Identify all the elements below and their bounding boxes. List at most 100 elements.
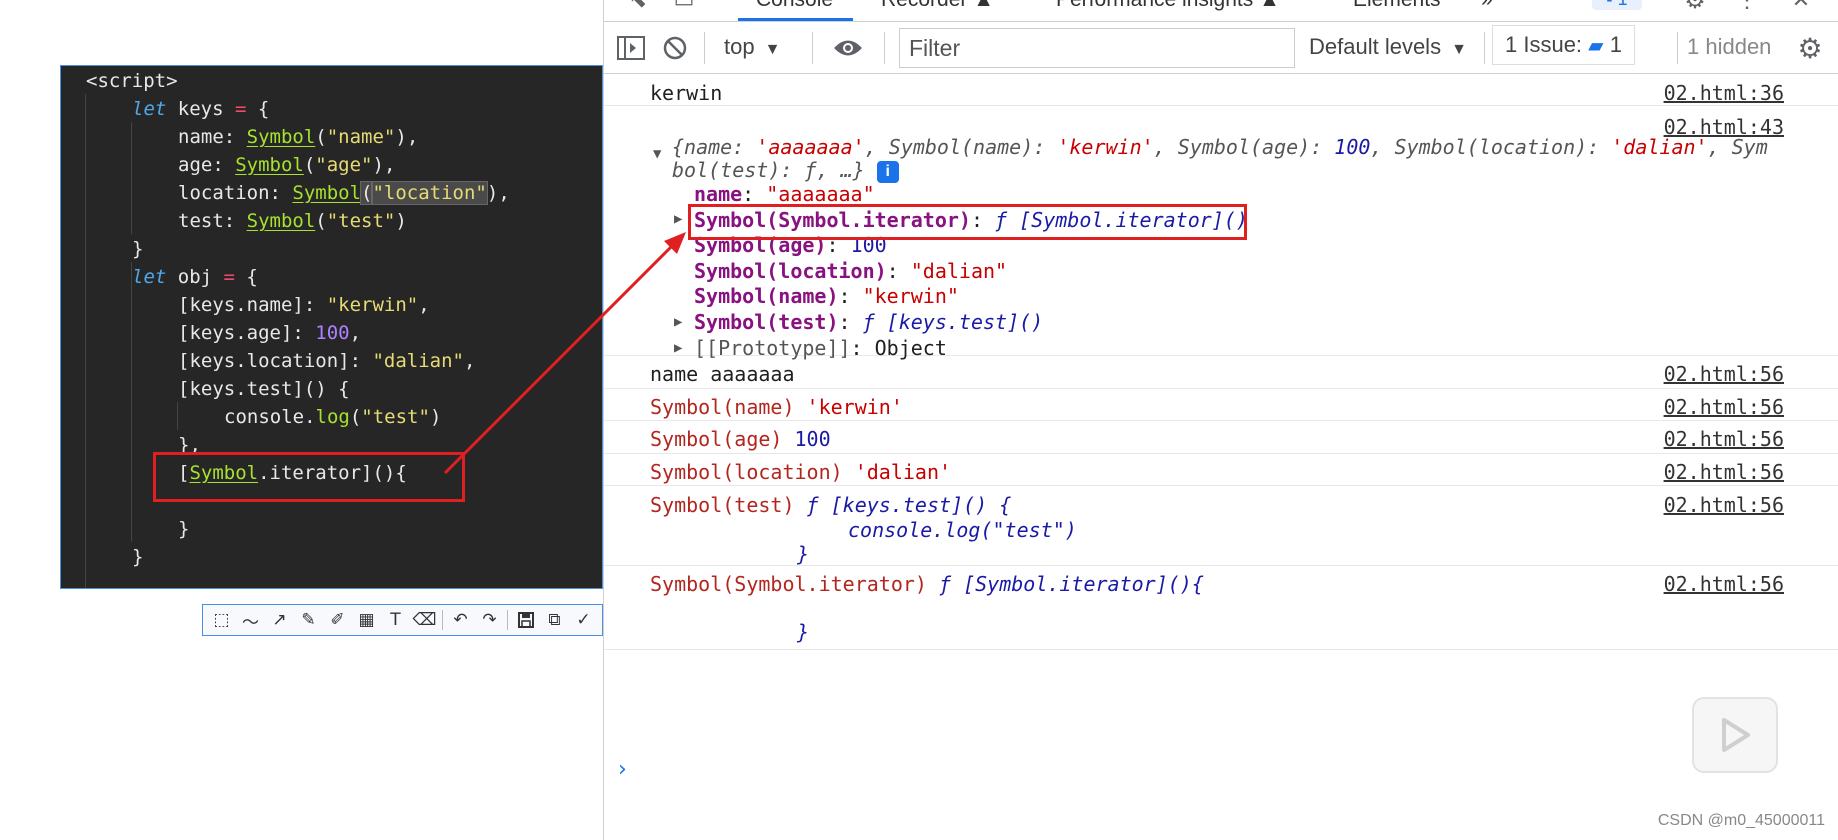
object-property[interactable]: Symbol(test): ƒ [keys.test](): [694, 310, 1043, 334]
object-preview[interactable]: {name: 'aaaaaaa', Symbol(name): 'kerwin'…: [672, 136, 1768, 183]
marker-icon[interactable]: ✐: [323, 606, 352, 634]
brush-icon[interactable]: ✎: [294, 606, 323, 634]
pencil-line-icon[interactable]: 〜: [236, 606, 265, 634]
punct: }: [178, 518, 190, 540]
source-link[interactable]: 02.html:56: [1664, 427, 1784, 451]
annotation-box-editor: [153, 452, 465, 502]
console-prompt-icon[interactable]: ›: [618, 757, 627, 782]
play-video-button[interactable]: [1692, 697, 1778, 773]
expand-triangle-icon[interactable]: ▼: [653, 146, 661, 162]
tab-console[interactable]: Console: [737, 0, 854, 21]
keyword: let: [132, 98, 167, 120]
expand-triangle-icon[interactable]: ▶: [674, 340, 682, 356]
string: "dalian": [372, 350, 464, 372]
source-link[interactable]: 02.html:56: [1664, 493, 1784, 517]
console-message: Symbol(Symbol.iterator) ƒ [Symbol.iterat…: [604, 566, 1838, 650]
identifier: console.: [224, 406, 316, 428]
code-editor: <script> let keys = { name: Symbol("name…: [60, 65, 603, 589]
object-property: Symbol(location): "dalian": [694, 259, 1007, 283]
operator: =: [234, 98, 247, 120]
issues-badge-icon[interactable]: ▪ 1: [1592, 0, 1642, 10]
code-line: <script>: [86, 67, 178, 95]
code-line: [keys.location]: "dalian",: [178, 347, 475, 375]
toolbar-divider: [812, 32, 813, 64]
inspect-icon[interactable]: ⬉: [624, 0, 652, 14]
expand-triangle-icon[interactable]: ▶: [674, 314, 682, 330]
preview-part: , Sym: [1707, 135, 1768, 159]
sidebar-toggle-icon[interactable]: [616, 34, 646, 62]
toolbar-divider: [1677, 32, 1678, 64]
preview-string: 'aaaaaaa': [756, 135, 865, 159]
log-levels-select[interactable]: Default levels ▼: [1309, 34, 1467, 60]
console-message: kerwin 02.html:36: [604, 75, 1838, 106]
more-tabs-icon[interactable]: »: [1481, 0, 1493, 12]
context-select[interactable]: top ▼: [724, 34, 780, 60]
indent-guide: [85, 94, 86, 588]
prop: location:: [178, 182, 293, 204]
prop: test:: [178, 210, 247, 232]
symbol-call: Symbol: [235, 154, 304, 176]
punct: (: [315, 210, 327, 232]
console-settings-icon[interactable]: ⚙: [1794, 32, 1826, 64]
expand-triangle-icon[interactable]: ▶: [674, 211, 682, 227]
settings-icon[interactable]: ⚙: [1681, 0, 1709, 14]
keyword: let: [132, 266, 167, 288]
object-property: name: "aaaaaaa": [694, 182, 875, 206]
chevron-down-icon: ▼: [1451, 41, 1467, 58]
indent-guide: [177, 402, 178, 430]
code-line: }: [132, 235, 143, 263]
clear-console-icon[interactable]: [660, 34, 690, 62]
copy-icon[interactable]: ⧉: [540, 606, 569, 634]
preview-part: bol(test):: [672, 158, 805, 182]
more-options-icon[interactable]: ⋮: [1736, 0, 1758, 14]
prop: name:: [178, 126, 247, 148]
source-link[interactable]: 02.html:56: [1664, 395, 1784, 419]
eye-icon[interactable]: [830, 34, 866, 62]
issues-button[interactable]: 1 Issue: ▰ 1: [1492, 25, 1635, 65]
text-icon[interactable]: T: [381, 606, 410, 634]
log-levels-value: Default levels: [1309, 34, 1442, 59]
function-body-line: }: [797, 620, 810, 644]
console-message: Symbol(test) ƒ [keys.test]() { console.l…: [604, 486, 1838, 566]
script-open-tag: <script>: [86, 70, 178, 92]
code-line: let obj = {: [132, 263, 258, 291]
redo-icon[interactable]: ↷: [475, 606, 504, 634]
arrow-icon[interactable]: ↗: [265, 606, 294, 634]
eraser-icon[interactable]: ⌫: [410, 606, 439, 634]
code-line: console.log("test"): [224, 403, 441, 431]
message-text: kerwin: [650, 81, 723, 105]
preview-part: , Symbol(location):: [1370, 135, 1612, 159]
code-line: [keys.test]() {: [178, 375, 350, 403]
computed-key: [keys.location]:: [178, 350, 373, 372]
shape-icon[interactable]: ⬚: [207, 606, 236, 634]
source-link[interactable]: 02.html:56: [1664, 460, 1784, 484]
save-icon[interactable]: [511, 606, 540, 634]
console-message: Symbol(age) 100 02.html:56: [604, 421, 1838, 454]
screenshot-toolbar: ⬚ 〜 ↗ ✎ ✐ ▦ T ⌫ ↶ ↷ ⧉ ✓: [202, 604, 603, 636]
message-text: Symbol(name) 'kerwin': [650, 395, 903, 419]
source-link[interactable]: 02.html:56: [1664, 572, 1784, 596]
device-toggle-icon[interactable]: ▭: [670, 0, 698, 14]
tab-recorder[interactable]: Recorder ▲: [881, 0, 994, 12]
punct: (: [359, 181, 374, 205]
confirm-icon[interactable]: ✓: [569, 606, 598, 634]
function-name: log: [315, 406, 350, 428]
info-icon[interactable]: i: [876, 161, 899, 183]
code-line: location: Symbol("location"),: [178, 179, 510, 207]
filter-input[interactable]: [899, 28, 1295, 68]
mosaic-icon[interactable]: ▦: [352, 606, 381, 634]
symbol-key: Symbol(test): [650, 493, 807, 517]
string: "name": [326, 126, 396, 148]
source-link[interactable]: 02.html:56: [1664, 362, 1784, 386]
annotation-box-console: [688, 204, 1247, 240]
devtools-tabbar: ⬉ ▭ Console Recorder ▲ Performance insig…: [604, 0, 1838, 22]
close-icon[interactable]: ✕: [1791, 0, 1811, 14]
undo-icon[interactable]: ↶: [446, 606, 475, 634]
preview-part: , Symbol(name):: [864, 135, 1058, 159]
tab-performance-insights[interactable]: Performance insights ▲: [1056, 0, 1280, 12]
tab-elements[interactable]: Elements: [1353, 0, 1441, 12]
symbol-key: Symbol(location): [650, 460, 855, 484]
code-line: test: Symbol("test"): [178, 207, 407, 235]
source-link[interactable]: 02.html:36: [1664, 81, 1784, 105]
symbol-key: Symbol(age): [650, 427, 795, 451]
